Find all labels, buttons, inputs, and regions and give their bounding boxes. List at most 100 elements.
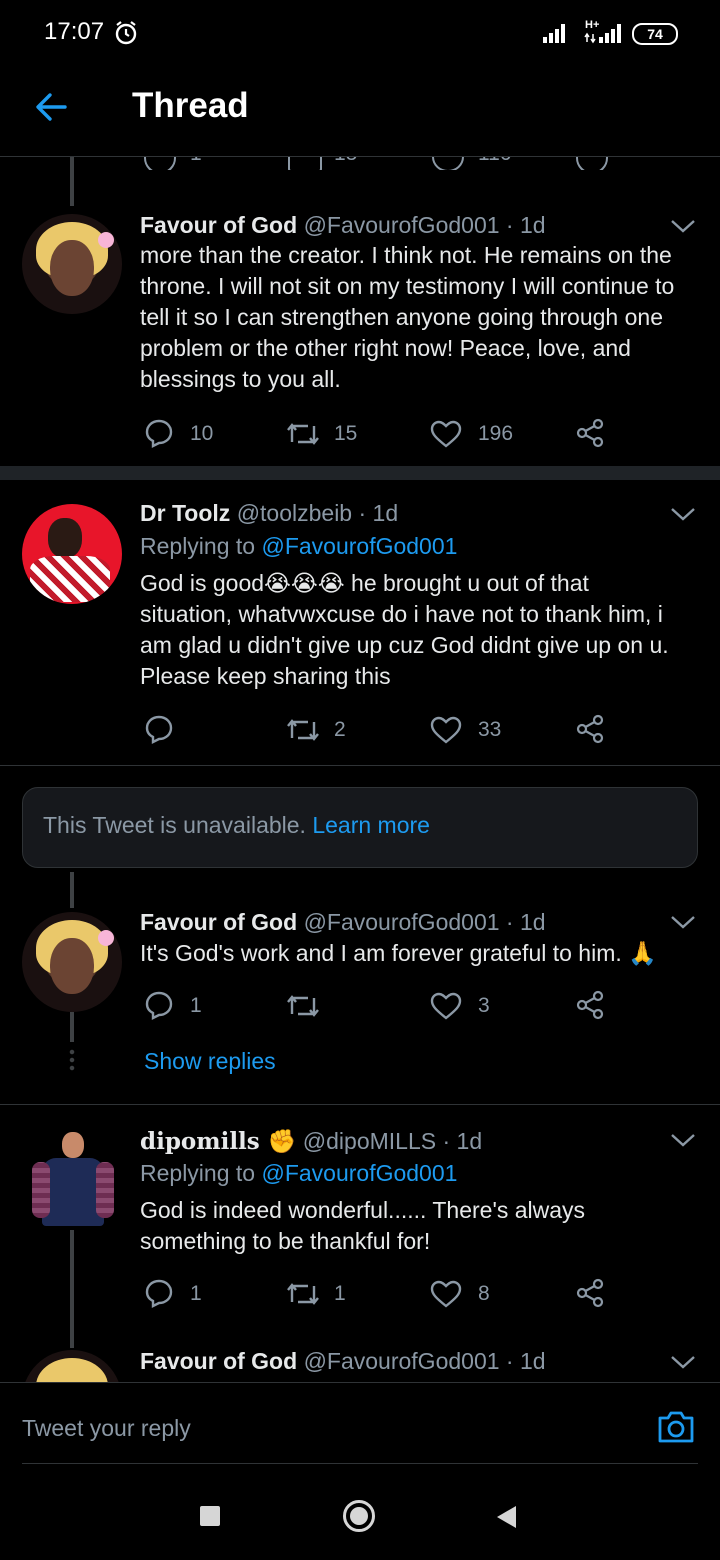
- display-name[interactable]: Favour of God: [140, 909, 297, 935]
- battery-indicator: 74: [632, 23, 678, 45]
- retweet-icon[interactable]: [286, 716, 320, 744]
- display-name[interactable]: Dr Toolz: [140, 500, 230, 526]
- retweet-count: 1: [334, 1282, 346, 1305]
- replying-to: Replying to @FavourofGod001: [140, 1160, 457, 1187]
- replying-label: Replying to: [140, 533, 256, 559]
- reply-count: 1: [190, 994, 202, 1017]
- tweet-actions: 2 33: [0, 712, 720, 746]
- like-icon[interactable]: [430, 716, 462, 744]
- avatar[interactable]: [22, 1130, 122, 1230]
- reply-icon[interactable]: [144, 714, 174, 744]
- tweet[interactable]: Favour of God @FavourofGod001 · 1d: [0, 1346, 720, 1382]
- learn-more-link[interactable]: Learn more: [312, 812, 430, 838]
- tweet-text-line: God is good😭😭😭 he brought u out of that: [140, 570, 589, 596]
- user-handle[interactable]: @FavourofGod001: [304, 909, 500, 935]
- divider: [0, 1104, 720, 1105]
- retweet-icon[interactable]: [286, 992, 320, 1020]
- chevron-down-icon[interactable]: [670, 506, 696, 522]
- like-icon[interactable]: [430, 1280, 462, 1308]
- status-bar: 17:07 H+ 74: [0, 0, 720, 68]
- share-icon[interactable]: [574, 990, 606, 1020]
- tweet-text-line: tell it so I can strengthen anyone going…: [140, 304, 663, 330]
- avatar[interactable]: [22, 504, 122, 604]
- avatar[interactable]: [22, 214, 122, 314]
- retweet-icon[interactable]: [288, 156, 322, 170]
- user-handle[interactable]: @toolzbeib: [237, 500, 352, 526]
- replying-to: Replying to @FavourofGod001: [140, 533, 457, 560]
- replying-handle-link[interactable]: @FavourofGod001: [261, 1160, 457, 1186]
- reply-icon[interactable]: [144, 990, 174, 1020]
- display-name[interactable]: Favour of God: [140, 212, 297, 238]
- display-name[interactable]: dipomills ✊: [140, 1128, 296, 1155]
- partial-tweet-actions: 1 13 116: [0, 156, 720, 170]
- page-title: Thread: [132, 86, 249, 125]
- input-underline: [22, 1463, 698, 1464]
- tweet-actions: 1 1 8: [0, 1276, 720, 1310]
- retweet-count: 2: [334, 718, 346, 741]
- like-count: 8: [478, 1282, 490, 1305]
- thread-line: [70, 1230, 74, 1348]
- avatar[interactable]: [22, 1350, 122, 1382]
- like-icon[interactable]: [430, 992, 462, 1020]
- show-replies-link[interactable]: Show replies: [144, 1048, 276, 1075]
- tweet-text-line: more than the creator. I think not. He r…: [140, 242, 672, 268]
- system-nav-bar: [0, 1472, 720, 1560]
- tweet-text-line: God is indeed wonderful...... There's al…: [140, 1197, 586, 1223]
- tweet-text: more than the creator. I think not. He r…: [140, 240, 700, 395]
- reply-input[interactable]: Tweet your reply: [22, 1415, 191, 1442]
- share-icon[interactable]: [576, 156, 608, 170]
- tweet-text-line: It's God's work and I am forever gratefu…: [140, 940, 657, 966]
- reply-icon[interactable]: [144, 418, 174, 448]
- tweet[interactable]: Favour of God @FavourofGod001 · 1d more …: [0, 200, 720, 468]
- share-icon[interactable]: [574, 714, 606, 744]
- reply-icon[interactable]: [144, 1278, 174, 1308]
- reply-count: 1: [190, 1282, 202, 1305]
- back-arrow-icon[interactable]: [34, 90, 68, 124]
- tweet-text-line: something to be thankful for!: [140, 1228, 431, 1254]
- signal-icon-2: [584, 24, 621, 44]
- replying-handle-link[interactable]: @FavourofGod001: [261, 533, 457, 559]
- alarm-icon: [115, 21, 137, 45]
- tweet-header: Favour of God @FavourofGod001 · 1d: [140, 212, 546, 239]
- user-handle[interactable]: @FavourofGod001: [304, 212, 500, 238]
- chevron-down-icon[interactable]: [670, 1354, 696, 1370]
- unavailable-tweet-card: This Tweet is unavailable. Learn more: [22, 787, 698, 868]
- divider: [0, 765, 720, 766]
- tweet[interactable]: Dr Toolz @toolzbeib · 1d Replying to @Fa…: [0, 490, 720, 764]
- tweet-actions: 1 3: [0, 988, 720, 1022]
- home-button[interactable]: [343, 1500, 375, 1532]
- like-icon[interactable]: [432, 156, 464, 170]
- tweet-header: Favour of God @FavourofGod001 · 1d: [140, 909, 546, 936]
- tweet-text-line: am glad u didn't give up cuz God didnt g…: [140, 632, 669, 658]
- tweet[interactable]: Favour of God @FavourofGod001 · 1d It's …: [0, 898, 720, 1098]
- replying-label: Replying to: [140, 1160, 256, 1186]
- retweet-icon[interactable]: [286, 420, 320, 448]
- tweet-actions: 10 15 196: [0, 416, 720, 450]
- chevron-down-icon[interactable]: [670, 218, 696, 234]
- share-icon[interactable]: [574, 1278, 606, 1308]
- tweet-time: · 1d: [358, 500, 399, 526]
- tweet-text-line: blessings to you all.: [140, 366, 341, 392]
- recents-button[interactable]: [200, 1506, 220, 1526]
- back-button[interactable]: [494, 1504, 518, 1530]
- chevron-down-icon[interactable]: [670, 914, 696, 930]
- reply-count: 10: [190, 422, 214, 445]
- share-icon[interactable]: [574, 418, 606, 448]
- tweet-time: · 1d: [442, 1128, 483, 1154]
- user-handle[interactable]: @dipoMILLS: [303, 1128, 436, 1154]
- like-count: 116: [478, 156, 511, 166]
- tweet-text-line: situation, whatvwxcuse do i have not to …: [140, 601, 663, 627]
- tweet-header: Dr Toolz @toolzbeib · 1d: [140, 500, 398, 527]
- reply-icon[interactable]: [144, 156, 176, 170]
- chevron-down-icon[interactable]: [670, 1132, 696, 1148]
- tweet-text: God is indeed wonderful...... There's al…: [140, 1195, 710, 1257]
- user-handle[interactable]: @FavourofGod001: [304, 1348, 500, 1374]
- display-name[interactable]: Favour of God: [140, 1348, 297, 1374]
- status-time: 17:07: [44, 18, 105, 45]
- reply-count: 1: [190, 156, 202, 166]
- tweet-text-line: problem or the other right now! Peace, l…: [140, 335, 631, 361]
- tweet[interactable]: dipomills ✊ @dipoMILLS · 1d Replying to …: [0, 1116, 720, 1346]
- like-icon[interactable]: [430, 420, 462, 448]
- retweet-icon[interactable]: [286, 1280, 320, 1308]
- camera-icon[interactable]: [656, 1409, 696, 1445]
